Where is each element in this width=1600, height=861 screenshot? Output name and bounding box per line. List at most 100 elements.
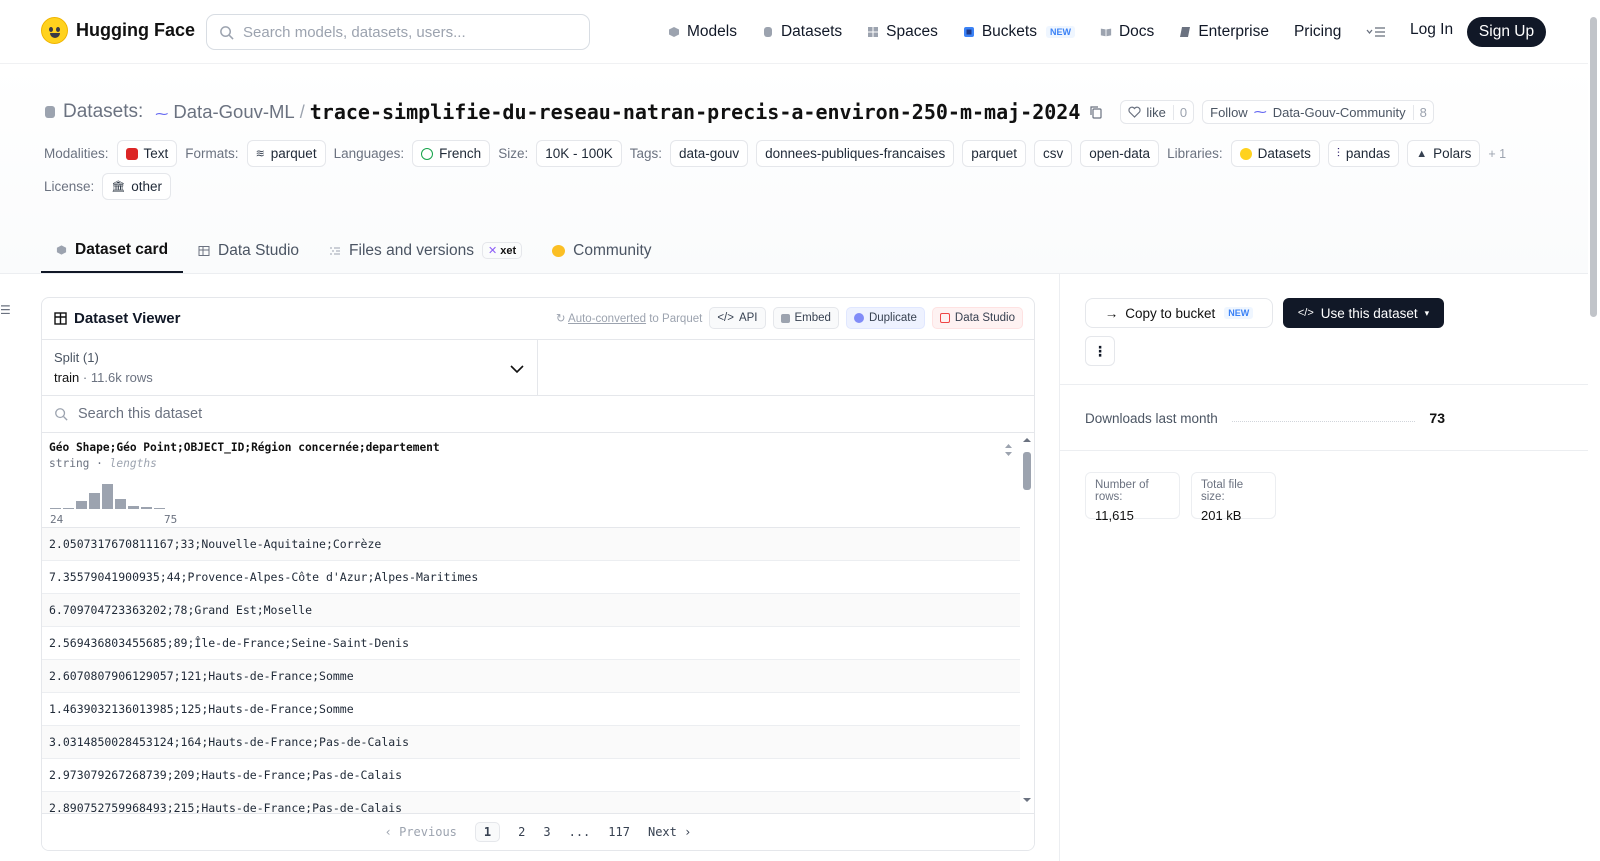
database-icon — [45, 106, 55, 118]
tag-open-data[interactable]: open-data — [1080, 140, 1160, 167]
hf-logo[interactable]: Hugging Face — [41, 17, 195, 44]
menu-icon — [1366, 27, 1386, 37]
nav-buckets[interactable]: Buckets NEW — [963, 23, 1075, 41]
lib-pandas[interactable]: ⫶ pandas — [1327, 140, 1400, 167]
tag-donnees-publiques[interactable]: donnees-publiques-francaises — [756, 140, 955, 167]
table-row[interactable]: 7.35579041900935;44;Provence-Alpes-Côte … — [42, 561, 1020, 594]
nav-datasets[interactable]: Datasets — [762, 23, 842, 41]
tag-text[interactable]: Text — [116, 140, 178, 167]
tag-size[interactable]: 10K - 100K — [536, 140, 622, 167]
auto-converted-rest: to Parquet — [646, 313, 703, 325]
next-label: Next — [647, 825, 677, 839]
org-crumb[interactable]: ⁓ Data-Gouv-ML — [155, 101, 294, 123]
lib-datasets-label: Datasets — [1257, 146, 1311, 161]
side-toggle-icon[interactable]: ☰ — [0, 303, 11, 317]
next-page[interactable]: Next › — [648, 825, 691, 839]
histogram-bar — [50, 508, 61, 509]
pandas-icon: ⫶ — [1336, 146, 1340, 160]
tab-community[interactable]: Community — [537, 228, 666, 273]
copy-icon[interactable] — [1089, 105, 1103, 119]
login-link[interactable]: Log In — [1410, 21, 1453, 39]
dataset-search[interactable] — [42, 396, 1034, 433]
hf-logo-icon — [41, 17, 68, 44]
cube-icon — [56, 244, 67, 255]
table-row[interactable]: 1.4639032136013985;125;Hauts-de-France;S… — [42, 693, 1020, 726]
code-icon: </> — [1297, 307, 1314, 319]
split-selector[interactable]: Split (1) train · 11.6k rows — [42, 340, 538, 395]
side-divider-1 — [1060, 384, 1588, 385]
tab-files-label: Files and versions — [349, 241, 474, 259]
bank-icon: 🏛 — [111, 181, 126, 193]
table-row[interactable]: 2.569436803455685;89;Île-de-France;Seine… — [42, 627, 1020, 660]
api-button[interactable]: </> API — [709, 307, 766, 329]
sort-icon[interactable] — [1004, 443, 1013, 457]
tag-parquet[interactable]: ≋ parquet — [246, 140, 326, 167]
duplicate-button[interactable]: Duplicate — [845, 307, 925, 329]
tab-data-studio[interactable]: Data Studio — [183, 228, 314, 273]
tags-row: Modalities: Text Formats: ≋ parquet Langu… — [44, 140, 1514, 167]
dataset-search-input[interactable] — [78, 406, 478, 422]
page-2[interactable]: 2 — [518, 825, 525, 839]
nav-docs[interactable]: Docs — [1100, 23, 1154, 41]
use-dataset-button[interactable]: </> Use this dataset ▾ — [1283, 298, 1444, 328]
duplicate-label: Duplicate — [868, 312, 917, 324]
auto-converted-link[interactable]: Auto-converted — [568, 313, 646, 325]
nav-pricing[interactable]: Pricing — [1294, 23, 1341, 41]
use-dataset-label: Use this dataset — [1320, 305, 1418, 321]
tag-data-gouv[interactable]: data-gouv — [670, 140, 749, 167]
tag-license[interactable]: 🏛 other — [102, 173, 172, 200]
like-button[interactable]: like 0 — [1120, 100, 1195, 124]
community-icon — [552, 244, 566, 257]
downloads-stat: Downloads last month 73 — [1085, 410, 1445, 426]
tag-parquet-tag[interactable]: parquet — [962, 140, 1026, 167]
copy-bucket-label: Copy to bucket — [1125, 305, 1216, 321]
page-scroll-thumb[interactable] — [1590, 17, 1597, 317]
scroll-down-icon[interactable] — [1020, 795, 1034, 805]
signup-button[interactable]: Sign Up — [1467, 17, 1546, 47]
search-input[interactable] — [243, 23, 573, 41]
scroll-up-icon[interactable] — [1020, 435, 1034, 445]
nav-more-menu[interactable] — [1366, 26, 1386, 38]
copy-to-bucket-button[interactable]: → Copy to bucket NEW — [1085, 298, 1273, 328]
table-row[interactable]: 3.0314850028453124;164;Hauts-de-France;P… — [42, 726, 1020, 759]
viewer-scrollbar[interactable] — [1020, 435, 1034, 805]
size-stat: Total file size: 201 kB — [1191, 472, 1276, 523]
chevron-down-icon: ▾ — [1424, 307, 1430, 318]
top-navbar: Hugging Face Models Datasets Spaces Buck… — [0, 0, 1600, 64]
lib-polars[interactable]: ▲ Polars — [1407, 140, 1481, 167]
nav-models[interactable]: Models — [668, 23, 737, 41]
page-1[interactable]: 1 — [474, 822, 501, 842]
libraries-more[interactable]: + 1 — [1488, 147, 1506, 161]
tag-french[interactable]: French — [412, 140, 491, 167]
lib-pandas-label: pandas — [1345, 146, 1391, 161]
table-row[interactable]: 2.6070807906129057;121;Hauts-de-France;S… — [42, 660, 1020, 693]
table-row[interactable]: 2.0507317670811167;33;Nouvelle-Aquitaine… — [42, 528, 1020, 561]
follow-button[interactable]: Follow ⁓ Data-Gouv-Community 8 — [1202, 100, 1434, 124]
text-modality-icon — [125, 147, 138, 160]
follow-count: 8 — [1412, 104, 1433, 120]
column-name: Géo Shape;Géo Point;OBJECT_ID;Région con… — [49, 441, 440, 454]
page-scrollbar[interactable] — [1588, 0, 1600, 861]
more-options-button[interactable]: ⋮ — [1085, 336, 1115, 366]
tag-csv[interactable]: csv — [1034, 140, 1073, 167]
table-row[interactable]: 2.973079267268739;209;Hauts-de-France;Pa… — [42, 759, 1020, 792]
datasets-crumb[interactable]: Datasets: — [63, 101, 143, 123]
lib-datasets[interactable]: Datasets — [1230, 140, 1320, 167]
nav-models-label: Models — [687, 23, 737, 40]
tab-dataset-card[interactable]: Dataset card — [41, 228, 184, 273]
column-header: Géo Shape;Géo Point;OBJECT_ID;Région con… — [42, 433, 1020, 528]
nav-enterprise[interactable]: Enterprise — [1179, 23, 1269, 41]
global-search[interactable] — [206, 14, 590, 50]
nav-spaces[interactable]: Spaces — [867, 23, 938, 41]
duplicate-icon — [853, 313, 864, 323]
tab-files[interactable]: Files and versions ✕ xet — [314, 228, 537, 273]
data-studio-button[interactable]: Data Studio — [931, 307, 1023, 329]
prev-page[interactable]: ‹ Previous — [385, 825, 457, 839]
table-row[interactable]: 6.709704723363202;78;Grand Est;Moselle — [42, 594, 1020, 627]
tag-french-label: French — [439, 146, 482, 161]
page-last[interactable]: 117 — [608, 825, 630, 839]
page-3[interactable]: 3 — [543, 825, 550, 839]
table-icon — [54, 312, 67, 325]
embed-button[interactable]: Embed — [772, 307, 839, 329]
scroll-thumb[interactable] — [1023, 452, 1031, 490]
